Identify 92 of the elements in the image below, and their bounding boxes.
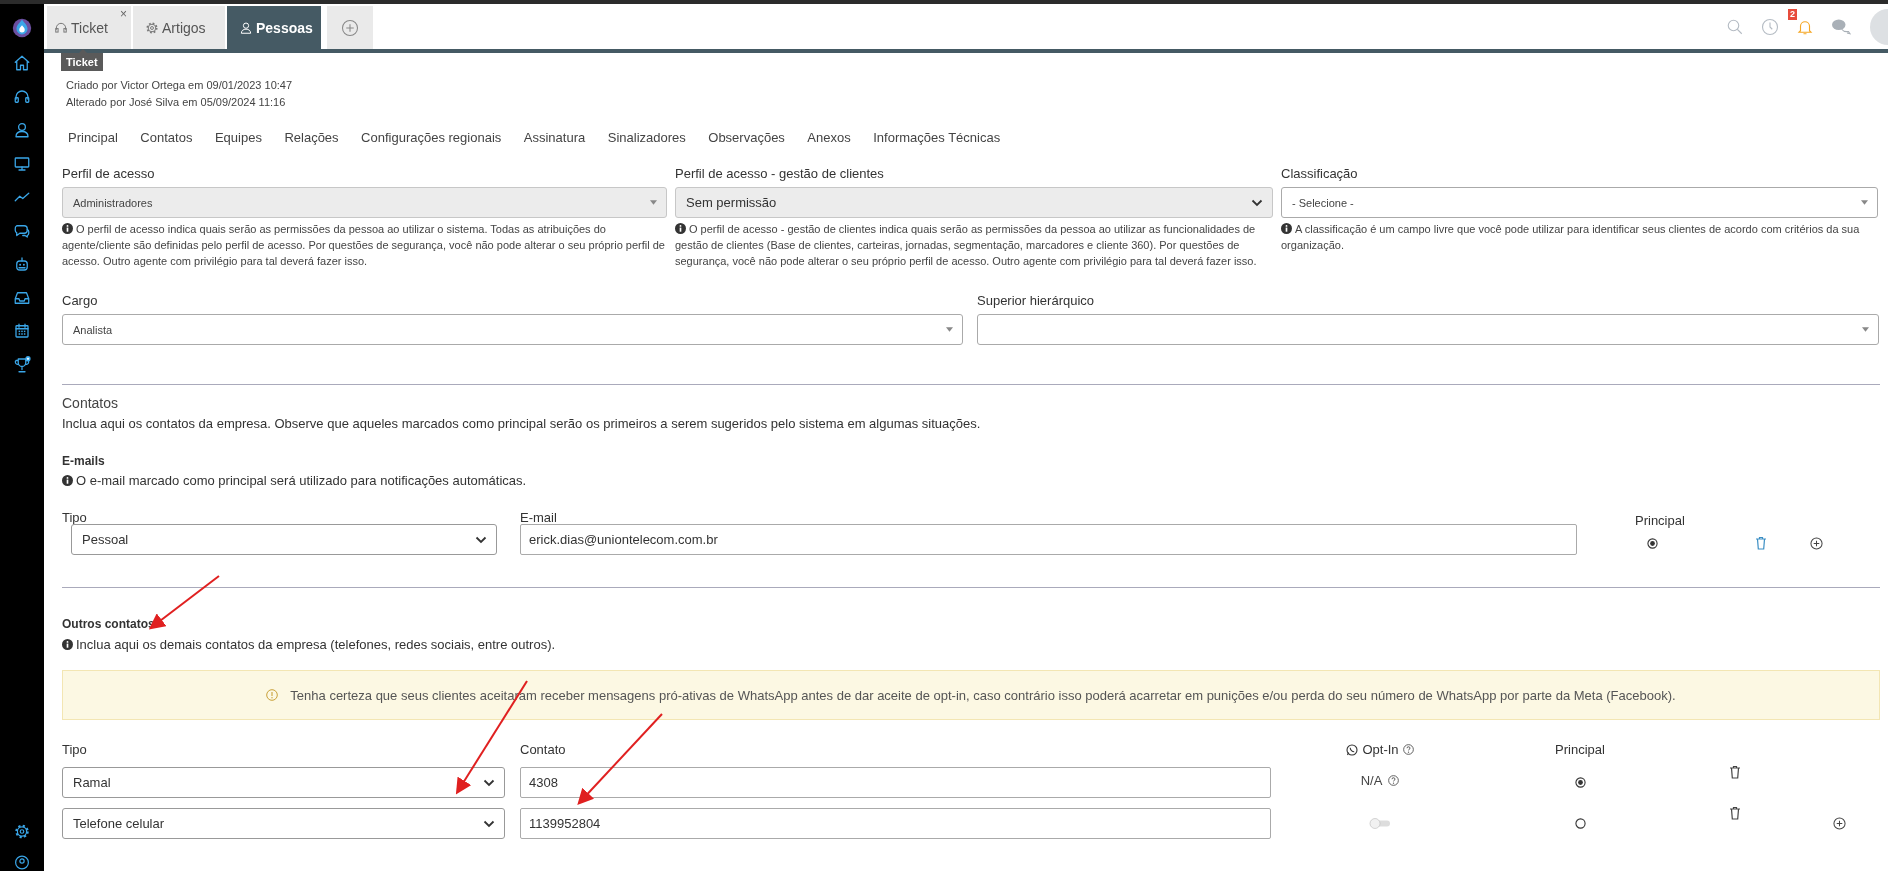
radio-button[interactable] (1574, 777, 1586, 788)
tab[interactable]: Ticket × (47, 6, 131, 49)
tab[interactable]: Artigos (133, 6, 225, 49)
email-field[interactable]: erick.dias@uniontelecom.com.br (520, 524, 1577, 555)
section-tab[interactable]: Assinatura (523, 129, 586, 145)
section-tab[interactable]: Contatos (140, 129, 193, 145)
notification-badge: 2 (1788, 8, 1797, 20)
chevron-icon (1251, 198, 1263, 207)
section-tab[interactable]: Relações (284, 129, 339, 145)
info-icon (1281, 223, 1292, 234)
add-circle-icon (1810, 536, 1823, 550)
trash-icon (1755, 536, 1767, 550)
section-tab[interactable]: Sinalizadores (607, 129, 686, 145)
section-tab[interactable]: Configurações regionais (361, 129, 502, 145)
info-icon (62, 223, 73, 234)
radio-button[interactable] (1647, 537, 1658, 549)
settings-icon (13, 823, 31, 840)
subsection-title: E-mails (62, 454, 106, 468)
info-text: Inclua aqui os demais contatos da empresa (telefones, redes sociais, entre outros). (62, 637, 1880, 652)
info-icon (62, 639, 73, 650)
dropdown[interactable]: Telefone celular (62, 808, 505, 839)
help-text: O perfil de acesso indica quais serão as permissões da pessoa ao utilizar o sistema. Todas as atribuições do agente/cliente são definidas pelo perfil de acesso. Por questões de segurança, você não pode alterar o seu próprio perfil de acesso. Outro agente com privilégio para tal deverá fazer isso. (62, 222, 666, 269)
chevron-icon (475, 535, 487, 544)
dropdown[interactable]: Pessoal (71, 524, 497, 555)
headset-icon (54, 20, 68, 35)
calendar-icon (13, 322, 31, 340)
section-tab[interactable]: Anexos (807, 129, 851, 145)
info-icon (62, 475, 73, 486)
field-label: Superior hierárquico (977, 293, 1096, 308)
help-text: A classificação é um campo livre que você pode utilizar para identificar seus clientes de acordo com critérios da sua organização. (1281, 222, 1861, 253)
trophy-icon (13, 355, 31, 374)
chevron-icon (483, 819, 495, 828)
audit-text: Criado por Victor Ortega em 09/01/2023 10:47 (66, 78, 294, 93)
avatar-icon[interactable] (1868, 8, 1888, 45)
section-tab[interactable]: Observações (708, 129, 785, 145)
caret-icon (650, 200, 657, 205)
toggle-switch[interactable] (1369, 818, 1391, 829)
robot-icon (13, 255, 31, 273)
opt-in-status: N/A (1360, 773, 1383, 788)
chevron-icon (483, 778, 495, 787)
add-circle-icon (1833, 817, 1846, 830)
tab[interactable]: Pessoas (227, 6, 321, 49)
section-title: Contatos (62, 395, 120, 411)
field-label: Perfil de acesso (62, 166, 156, 181)
dropdown[interactable]: Ramal (62, 767, 505, 798)
headset-icon (13, 87, 31, 106)
section-tab[interactable]: Informações Técnicas (873, 129, 1001, 145)
section-tab[interactable]: Equipes (214, 129, 262, 145)
trash-icon (1729, 765, 1741, 779)
gear-icon (145, 20, 159, 35)
search-icon (1726, 17, 1744, 36)
logo-icon (11, 16, 33, 40)
clock-icon (1761, 17, 1779, 36)
contact-field[interactable]: 4308 (520, 767, 1271, 798)
caret-icon (1861, 200, 1868, 205)
column-label: E-mail (520, 510, 558, 525)
field-label: Classificação (1281, 166, 1359, 181)
column-label: Principal (1555, 742, 1605, 757)
contact-field[interactable]: 1139952804 (520, 808, 1271, 839)
help-icon (1402, 744, 1414, 755)
home-icon (13, 54, 31, 72)
radio-button[interactable] (1574, 818, 1586, 829)
warning-icon (266, 689, 279, 701)
monitor-icon (13, 154, 31, 173)
trash-icon (1729, 806, 1741, 820)
audit-text: Alterado por José Silva em 05/09/2024 11:16 (66, 95, 287, 110)
user-circle-icon (13, 854, 31, 871)
help-text: O perfil de acesso - gestão de clientes indica quais serão as permissões da pessoa ao utilizar as funcionalidades de gestão de clientes (Base de clientes, carteiras, jornadas, segmentação, marcadores e cliente 360). Por questões de segurança, você não pode alterar o seu próprio perfil de acesso. Outro agente com privilégio para tal deverá fazer isso. (675, 222, 1258, 269)
plus-circle-icon (341, 18, 359, 37)
section-description: Inclua aqui os contatos da empresa. Observe que aqueles marcados como principal serão os primeiros a serem sugeridos pelo sistema em algumas situações. (62, 416, 982, 431)
dropdown[interactable]: - Selecione - (1281, 187, 1878, 218)
help-icon (1388, 775, 1400, 786)
caret-icon (1862, 327, 1869, 332)
column-label: Tipo (62, 510, 88, 525)
column-label: Tipo (62, 742, 88, 757)
dropdown[interactable]: Analista (62, 314, 963, 345)
section-tab[interactable]: Principal (68, 129, 118, 145)
info-text: O e-mail marcado como principal será utilizado para notificações automáticas. (62, 473, 1880, 488)
field-label: Perfil de acesso - gestão de clientes (675, 166, 885, 181)
column-label: Principal (1635, 513, 1686, 528)
info-icon (675, 223, 686, 234)
caret-icon (946, 327, 953, 332)
whatsapp-icon (1346, 743, 1359, 756)
chat-bubbles-icon (1831, 17, 1851, 36)
column-label: Contato (520, 742, 567, 757)
column-label: Opt-In (1362, 742, 1399, 757)
close-icon[interactable]: × (120, 8, 127, 20)
person-icon (13, 121, 31, 139)
field-label: Cargo (62, 293, 99, 308)
person-icon (239, 20, 253, 35)
dropdown[interactable] (977, 314, 1879, 345)
add-tab-button[interactable] (327, 6, 373, 49)
